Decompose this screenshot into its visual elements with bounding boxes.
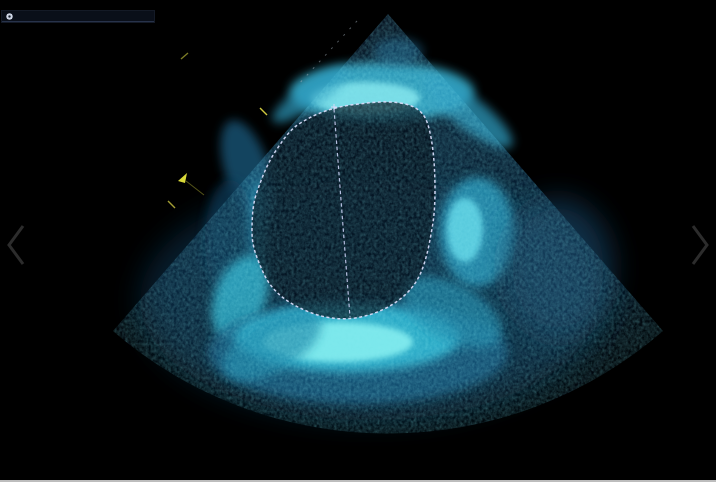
gain-colorbar [690,34,706,163]
ecg-cursor-marker[interactable] [517,447,523,453]
depth-tick-10 [260,108,267,115]
echo-fan [0,0,716,460]
echo-machine-screen [0,0,716,482]
measurements-panel [2,11,154,22]
next-image-chevron[interactable] [693,226,707,264]
ultrasound-display[interactable] [0,0,716,482]
caliper-tick [181,53,188,59]
caliper-marker[interactable] [178,173,187,183]
caliper-line [186,181,204,195]
collapse-panel-icon[interactable] [6,13,13,20]
prev-image-chevron[interactable] [9,226,23,264]
depth-tick-20 [168,201,175,208]
measurements-panel-header [2,11,154,22]
